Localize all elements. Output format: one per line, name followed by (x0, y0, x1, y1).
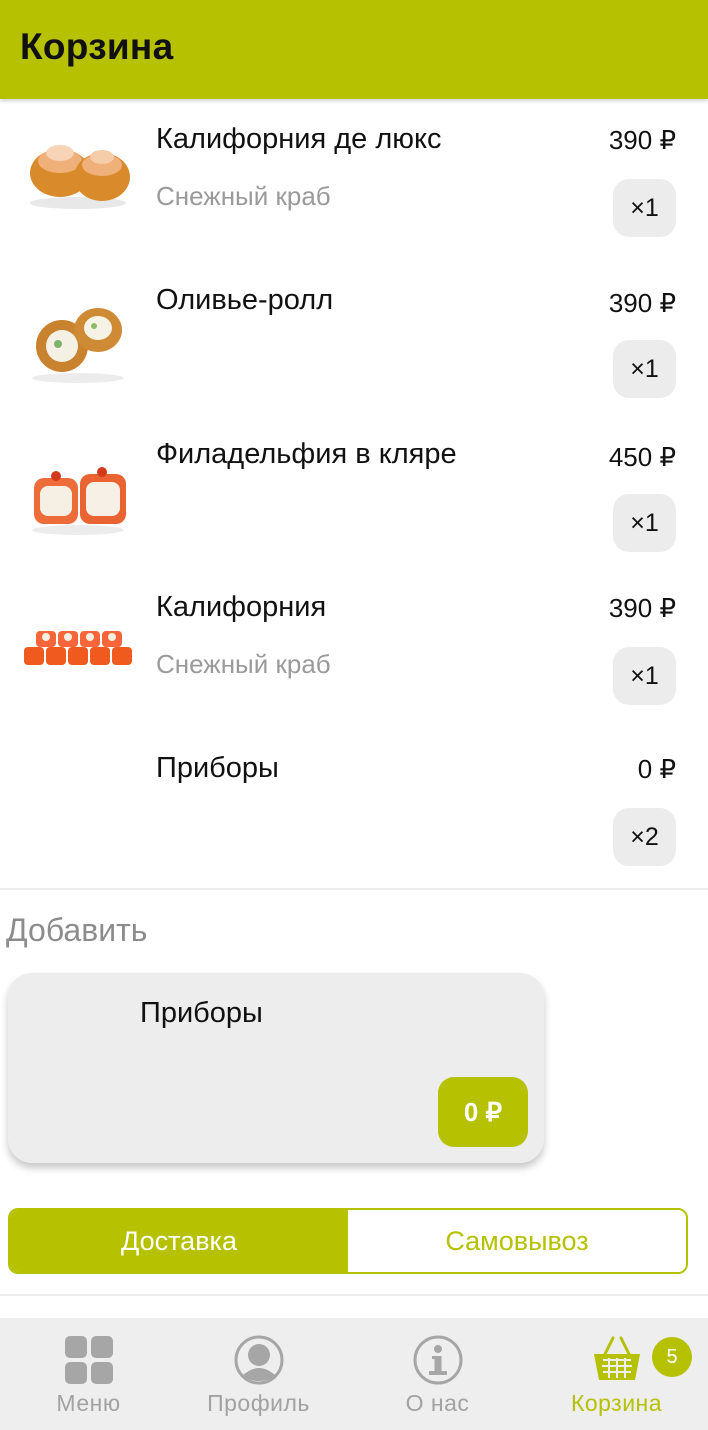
nav-item-menu[interactable]: Меню (0, 1318, 177, 1430)
bottom-nav: Меню Профиль О нас Корзина (0, 1318, 708, 1430)
item-name: Калифорния де люкс (156, 123, 442, 155)
basket-icon (593, 1336, 640, 1380)
item-price: 390 ₽ (608, 593, 676, 623)
item-subtitle: Снежный краб (156, 181, 331, 211)
item-price: 390 ₽ (608, 125, 676, 155)
divider (0, 888, 708, 890)
grid-icon (64, 1336, 113, 1384)
app-header: Корзина (0, 0, 708, 99)
profile-icon (234, 1335, 283, 1385)
quantity-button[interactable]: ×2 (613, 808, 676, 866)
item-price: 390 ₽ (608, 288, 676, 318)
add-section-label: Добавить (6, 912, 148, 948)
pickup-option[interactable]: Самовывоз (348, 1210, 686, 1272)
delivery-toggle: Доставка Самовывоз (8, 1208, 688, 1274)
quantity-button[interactable]: ×1 (613, 340, 676, 398)
item-price: 450 ₽ (608, 442, 676, 472)
delivery-option[interactable]: Доставка (10, 1210, 348, 1272)
item-subtitle: Снежный краб (156, 649, 331, 679)
quantity-button[interactable]: ×1 (613, 647, 676, 705)
nav-label: Меню (56, 1390, 121, 1416)
nav-item-about[interactable]: О нас (349, 1318, 526, 1430)
nav-item-profile[interactable]: Профиль (170, 1318, 347, 1430)
cart-item[interactable]: Приборы 0 ₽ ×2 (0, 730, 708, 888)
nav-label: Профиль (207, 1390, 310, 1416)
sushi-image (32, 308, 124, 383)
cart-item[interactable]: Филадельфия в кляре 450 ₽ ×1 (0, 416, 708, 574)
item-price: 0 ₽ (637, 754, 676, 784)
item-name: Филадельфия в кляре (156, 438, 457, 470)
sushi-image (32, 467, 126, 535)
sushi-image (30, 145, 130, 209)
addon-price-button[interactable]: 0 ₽ (438, 1077, 528, 1147)
cart-item[interactable]: Оливье-ролл 390 ₽ ×1 (0, 262, 708, 420)
item-name: Оливье-ролл (156, 284, 334, 316)
nav-label: О нас (405, 1390, 470, 1416)
item-name: Приборы (156, 752, 279, 784)
sushi-image (24, 631, 132, 665)
cart-item[interactable]: Калифорния Снежный краб 390 ₽ ×1 (0, 569, 708, 727)
cart-count-badge: 5 (652, 1337, 692, 1377)
addon-name: Приборы (140, 997, 263, 1029)
quantity-button[interactable]: ×1 (613, 179, 676, 237)
divider (0, 1294, 708, 1296)
item-name: Калифорния (156, 591, 327, 623)
cart-item[interactable]: Калифорния де люкс Снежный краб 390 ₽ ×1 (0, 99, 708, 257)
nav-label: Корзина (570, 1390, 663, 1416)
page-title: Корзина (20, 26, 174, 67)
info-icon (413, 1335, 462, 1385)
quantity-button[interactable]: ×1 (613, 494, 676, 552)
addon-card[interactable]: Приборы 0 ₽ (8, 973, 544, 1163)
